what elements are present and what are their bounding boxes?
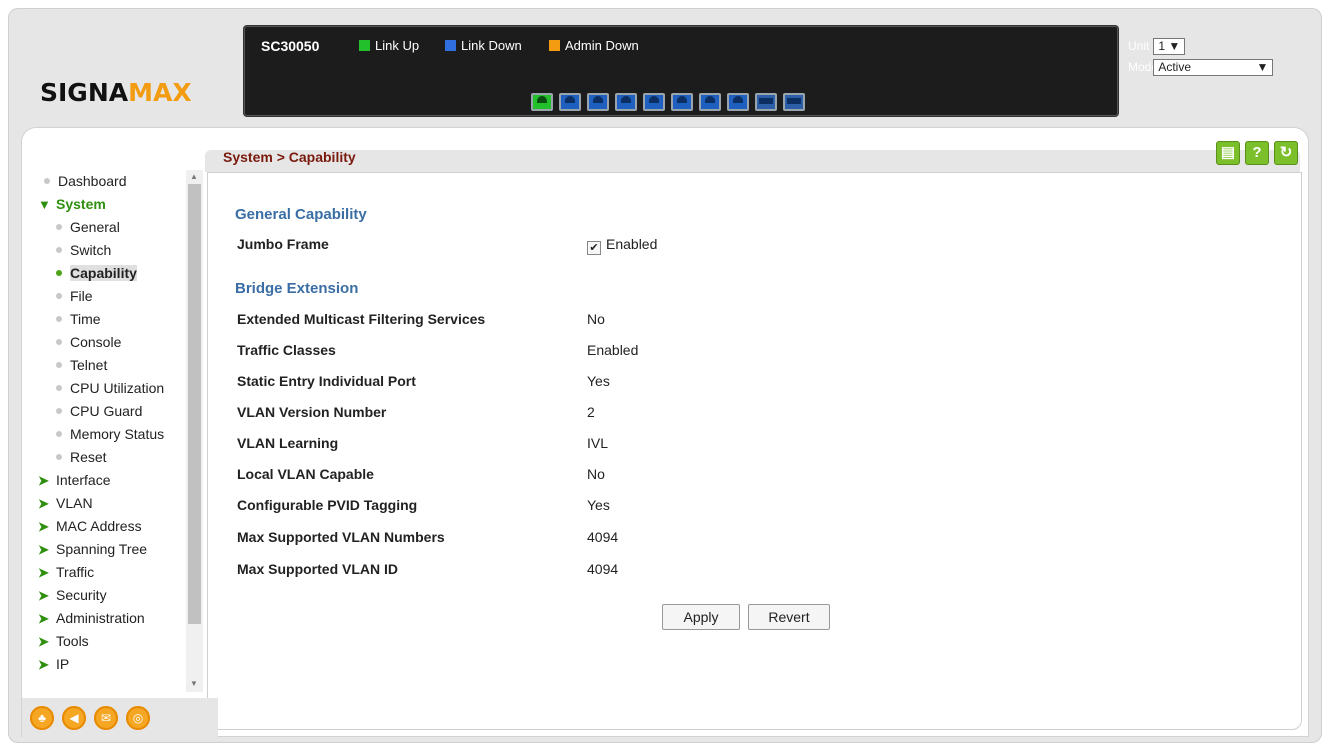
legend-admin-down: Admin Down — [549, 38, 639, 53]
unit-mode-box: Unit 1 ▼ Mode Active ▼ — [1128, 38, 1274, 76]
port-7-icon[interactable] — [699, 93, 721, 111]
chevron-right-icon: ➤ — [38, 473, 49, 488]
main-panel — [207, 172, 1302, 730]
sidebar-item-capability[interactable]: Capability — [38, 262, 178, 285]
chevron-right-icon: ➤ — [38, 496, 49, 511]
jumbo-frame-checkbox[interactable]: ✔ — [587, 241, 601, 255]
sidebar-item-memory-status[interactable]: Memory Status — [38, 423, 178, 446]
row-label: Traffic Classes — [237, 342, 336, 358]
row-label: Max Supported VLAN Numbers — [237, 529, 445, 545]
mode-label: Mode — [1128, 59, 1159, 74]
row-label: Static Entry Individual Port — [237, 373, 416, 389]
sidebar-item-security[interactable]: ➤ Security — [38, 584, 178, 607]
sidebar-item-interface[interactable]: ➤ Interface — [38, 469, 178, 492]
title-bar — [205, 150, 1300, 172]
refresh-icon[interactable]: ↻ — [1274, 141, 1298, 165]
row-label: Extended Multicast Filtering Services — [237, 311, 486, 327]
chevron-right-icon: ➤ — [38, 542, 49, 557]
network-icon[interactable]: ♣ — [30, 706, 54, 730]
sidebar-item-mac-address[interactable]: ➤ MAC Address — [38, 515, 178, 538]
row-value: Yes — [587, 497, 610, 513]
port-10-icon[interactable] — [783, 93, 805, 111]
save-icon[interactable]: ▤ — [1216, 141, 1240, 165]
sidebar: Dashboard ▼ System General Switch Capabil… — [38, 170, 178, 676]
row-value: 4094 — [587, 561, 619, 577]
port-9-icon[interactable] — [755, 93, 777, 111]
revert-button[interactable]: Revert — [748, 604, 830, 630]
signamax-logo: SIGNAMAX — [40, 78, 192, 107]
row-label: VLAN Version Number — [237, 404, 387, 420]
port-2-icon[interactable] — [559, 93, 581, 111]
scroll-down-icon[interactable]: ▼ — [190, 679, 198, 688]
mail-icon[interactable]: ✉ — [94, 706, 118, 730]
unit-label: Unit — [1128, 38, 1150, 53]
sidebar-scrollbar[interactable]: ▲ ▼ — [186, 170, 203, 692]
sidebar-item-reset[interactable]: Reset — [38, 446, 178, 469]
footer-icons: ♣ ◀ ✉ ◎ — [30, 706, 150, 730]
toolbar: ▤ ? ↻ — [1216, 141, 1298, 165]
back-icon[interactable]: ◀ — [62, 706, 86, 730]
legend-link-up: Link Up — [359, 38, 419, 53]
help-icon[interactable]: ? — [1245, 141, 1269, 165]
apply-button[interactable]: Apply — [662, 604, 740, 630]
globe-icon[interactable]: ◎ — [126, 706, 150, 730]
row-value: IVL — [587, 435, 609, 451]
port-1-icon[interactable] — [531, 93, 553, 111]
chevron-right-icon: ➤ — [38, 588, 49, 603]
sidebar-item-spanning-tree[interactable]: ➤ Spanning Tree — [38, 538, 178, 561]
port-3-icon[interactable] — [587, 93, 609, 111]
row-value: Enabled — [587, 342, 639, 358]
sidebar-item-general[interactable]: General — [38, 216, 178, 239]
sidebar-item-file[interactable]: File — [38, 285, 178, 308]
port-6-icon[interactable] — [671, 93, 693, 111]
row-label: Max Supported VLAN ID — [237, 561, 399, 577]
row-value: No — [587, 466, 605, 482]
row-label: Configurable PVID Tagging — [237, 497, 418, 513]
sidebar-item-console[interactable]: Console — [38, 331, 178, 354]
sidebar-item-time[interactable]: Time — [38, 308, 178, 331]
chevron-right-icon: ➤ — [38, 634, 49, 649]
sidebar-item-administration[interactable]: ➤ Administration — [38, 607, 178, 630]
switch-panel: SC30050 Link Up Link Down Admin Down — [244, 26, 1118, 116]
mode-select[interactable]: Active ▼ — [1153, 59, 1274, 76]
sidebar-item-switch[interactable]: Switch — [38, 239, 178, 262]
page-title: System > Capability — [223, 149, 356, 165]
sidebar-item-cpu-utilization[interactable]: CPU Utilization — [38, 377, 178, 400]
row-value: Yes — [587, 373, 610, 389]
row-value: 2 — [587, 404, 595, 420]
port-5-icon[interactable] — [643, 93, 665, 111]
chevron-down-icon: ▼ — [38, 197, 51, 212]
sidebar-item-dashboard[interactable]: Dashboard — [38, 170, 178, 193]
sidebar-item-vlan[interactable]: ➤ VLAN — [38, 492, 178, 515]
port-8-icon[interactable] — [727, 93, 749, 111]
chevron-right-icon: ➤ — [38, 657, 49, 672]
sidebar-item-cpu-guard[interactable]: CPU Guard — [38, 400, 178, 423]
sidebar-item-system[interactable]: ▼ System — [38, 193, 178, 216]
legend-link-down: Link Down — [445, 38, 522, 53]
chevron-right-icon: ➤ — [38, 519, 49, 534]
sidebar-item-ip[interactable]: ➤ IP — [38, 653, 178, 676]
sidebar-item-tools[interactable]: ➤ Tools — [38, 630, 178, 653]
jumbo-frame-label: Jumbo Frame — [237, 236, 329, 252]
chevron-right-icon: ➤ — [38, 565, 49, 580]
unit-select[interactable]: 1 ▼ — [1153, 38, 1186, 55]
jumbo-frame-field: ✔ Enabled — [587, 236, 657, 255]
scroll-up-icon[interactable]: ▲ — [190, 172, 198, 181]
general-capability-heading: General Capability — [235, 206, 367, 223]
chevron-right-icon: ➤ — [38, 611, 49, 626]
port-row — [531, 93, 805, 111]
row-value: 4094 — [587, 529, 619, 545]
port-4-icon[interactable] — [615, 93, 637, 111]
row-value: No — [587, 311, 605, 327]
sidebar-item-traffic[interactable]: ➤ Traffic — [38, 561, 178, 584]
row-label: VLAN Learning — [237, 435, 339, 451]
scroll-thumb[interactable] — [188, 184, 201, 624]
bridge-extension-heading: Bridge Extension — [235, 280, 359, 297]
sidebar-item-telnet[interactable]: Telnet — [38, 354, 178, 377]
model-name: SC30050 — [261, 38, 320, 54]
row-label: Local VLAN Capable — [237, 466, 374, 482]
